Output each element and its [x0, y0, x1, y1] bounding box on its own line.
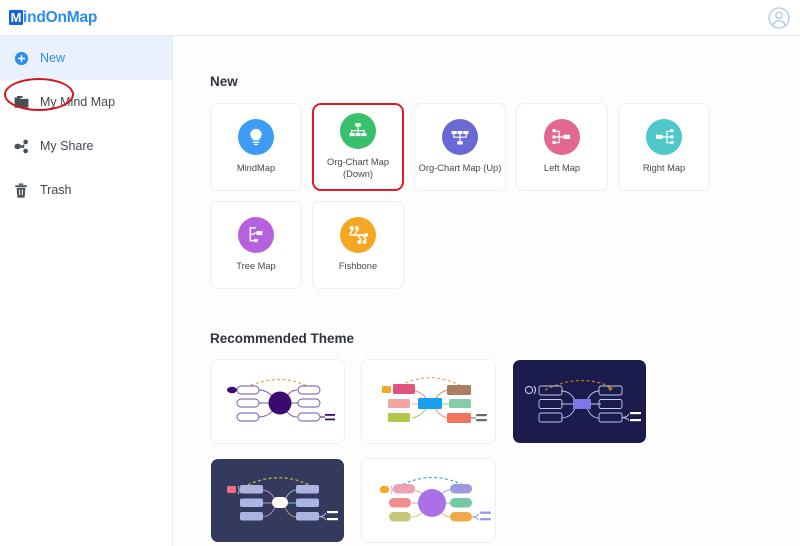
theme-card-navy-dark[interactable]	[512, 359, 647, 444]
template-card-label: Left Map	[543, 163, 581, 174]
sidebar-item-trash[interactable]: Trash	[0, 168, 172, 212]
left-map-icon	[544, 119, 580, 156]
template-card-label: Org-Chart Map (Down)	[327, 157, 389, 179]
plus-circle-icon	[10, 49, 32, 67]
app-logo[interactable]: MindOnMap	[9, 9, 97, 27]
sidebar-item-my-mind-map[interactable]: My Mind Map	[0, 80, 172, 124]
recommended-theme-title: Recommended Theme	[210, 331, 355, 346]
template-card-label: Org-Chart Map (Up)	[418, 163, 502, 174]
theme-card-colorful-light[interactable]	[361, 359, 496, 444]
theme-card-violet-light[interactable]	[210, 359, 345, 444]
tree-map-icon	[238, 217, 274, 254]
template-card-grid: MindMap Org-Chart Map (Down) Org-Chart M…	[210, 103, 740, 289]
user-avatar-icon[interactable]	[766, 5, 792, 31]
template-card-label: Fishbone	[338, 261, 378, 272]
template-card-fishbone[interactable]: Fishbone	[312, 201, 404, 289]
logo-text: indOnMap	[23, 8, 98, 26]
org-chart-up-icon	[442, 119, 478, 156]
theme-grid	[210, 359, 680, 543]
trash-icon	[10, 181, 32, 199]
app-header: MindOnMap	[0, 0, 800, 36]
template-card-label: Right Map	[642, 163, 686, 174]
template-card-mindmap[interactable]: MindMap	[210, 103, 302, 191]
sidebar-item-label: My Share	[40, 138, 94, 153]
template-card-tree-map[interactable]: Tree Map	[210, 201, 302, 289]
theme-card-pastel-purple[interactable]	[361, 458, 496, 543]
logo-badge-icon: M	[9, 10, 23, 25]
theme-card-slate-dark[interactable]	[210, 458, 345, 543]
template-card-org-chart-map-up[interactable]: Org-Chart Map (Up)	[414, 103, 506, 191]
template-card-label: Tree Map	[236, 261, 276, 272]
new-section-title: New	[210, 74, 238, 89]
template-card-org-chart-map-down[interactable]: Org-Chart Map (Down)	[312, 103, 404, 191]
template-card-right-map[interactable]: Right Map	[618, 103, 710, 191]
share-icon	[10, 137, 32, 155]
org-chart-down-icon	[340, 113, 376, 150]
lightbulb-icon	[238, 119, 274, 156]
sidebar-item-label: New	[40, 50, 66, 65]
sidebar-item-label: My Mind Map	[40, 94, 116, 109]
right-map-icon	[646, 119, 682, 156]
template-card-left-map[interactable]: Left Map	[516, 103, 608, 191]
fishbone-icon	[340, 217, 376, 254]
template-card-label: MindMap	[236, 163, 276, 174]
folder-icon	[10, 93, 32, 111]
app-root: MindOnMap New My Mind Map My Share Trash…	[0, 0, 800, 546]
sidebar-item-label: Trash	[40, 182, 72, 197]
sidebar-item-my-share[interactable]: My Share	[0, 124, 172, 168]
main-content: New MindMap Org-Chart Map (Down) Org-Cha…	[174, 36, 800, 546]
sidebar: New My Mind Map My Share Trash	[0, 36, 173, 546]
sidebar-item-new[interactable]: New	[0, 36, 172, 80]
